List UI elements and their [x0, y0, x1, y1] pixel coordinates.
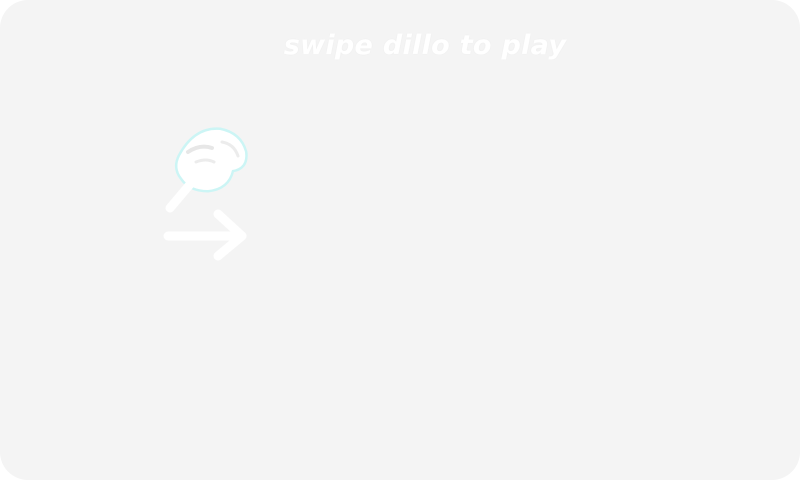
- right-arrow-icon: [163, 209, 247, 261]
- swipe-instruction: swipe dillo to play: [283, 30, 567, 61]
- game-screen[interactable]: swipe dillo to play: [0, 0, 800, 480]
- swipe-hint: [150, 118, 270, 268]
